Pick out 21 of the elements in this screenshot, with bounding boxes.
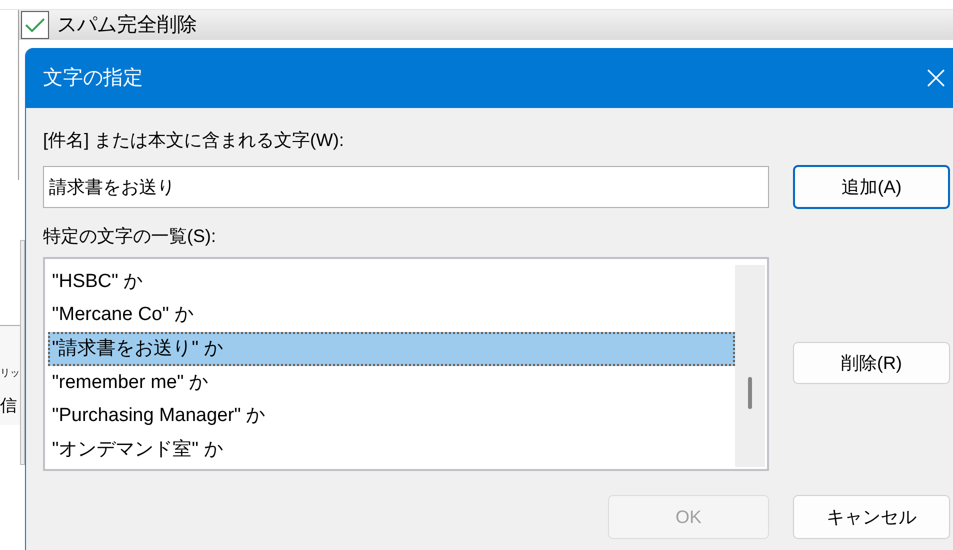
list-item[interactable]: "Purchasing Manager" か <box>48 400 735 434</box>
scrollbar[interactable] <box>735 265 765 467</box>
list-item[interactable]: "remember me" か <box>48 366 735 400</box>
side-text: 信 <box>0 395 18 417</box>
text-field[interactable]: 請求書をお送り <box>43 166 770 208</box>
list-item[interactable]: "オンデマンド室" か <box>48 433 735 468</box>
list-item[interactable]: "Mercane Co" か <box>48 298 735 332</box>
list-item[interactable]: "請求書をお送り" か <box>48 332 735 366</box>
side-text: リッ <box>0 367 20 381</box>
window-title: 文字の指定 <box>43 66 143 91</box>
list-label: 特定の文字の一覧(S): <box>43 225 217 248</box>
field-label: [件名] または本文に含まれる文字(W): <box>43 129 345 152</box>
cancel-button[interactable]: キャンセル <box>793 495 950 539</box>
close-icon[interactable] <box>927 69 945 87</box>
add-button[interactable]: 追加(A) <box>793 165 950 209</box>
check-icon <box>25 18 45 32</box>
scrollbar-thumb[interactable] <box>748 377 752 409</box>
checkbox[interactable] <box>21 11 49 39</box>
rule-label: スパム完全削除 <box>57 13 197 38</box>
remove-button[interactable]: 削除(R) <box>793 342 950 384</box>
list-item[interactable]: "HSBC" か <box>48 265 735 299</box>
